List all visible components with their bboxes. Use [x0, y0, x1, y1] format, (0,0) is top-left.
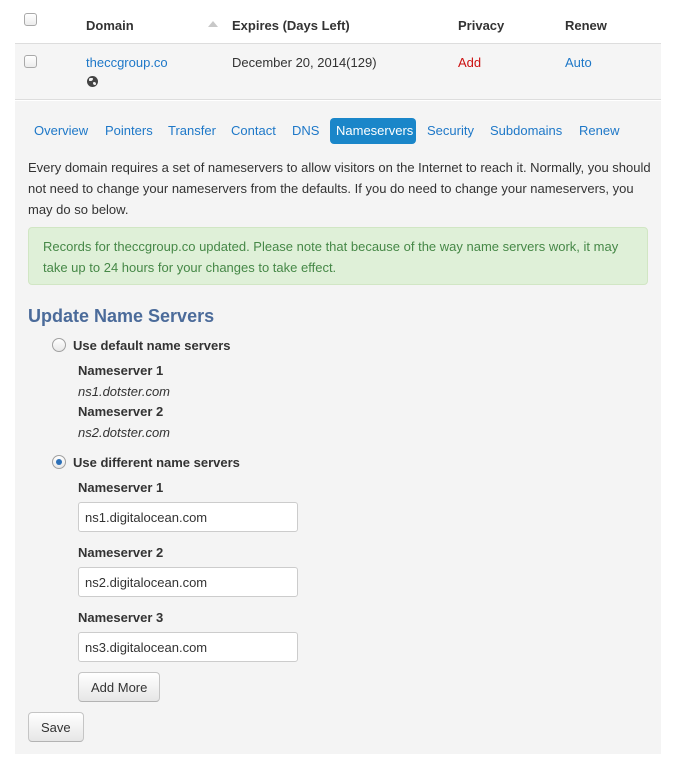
- row-checkbox[interactable]: [24, 55, 37, 68]
- save-button[interactable]: Save: [28, 712, 84, 742]
- default-nameserver-1-label: Nameserver 1: [78, 363, 164, 378]
- table-row: theccgroup.co December 20, 2014(129) Add…: [15, 44, 661, 100]
- column-header-domain[interactable]: Domain: [86, 18, 134, 33]
- nameserver-3-label: Nameserver 3: [78, 610, 164, 625]
- default-nameserver-2-label: Nameserver 2: [78, 404, 164, 419]
- renew-auto-link[interactable]: Auto: [565, 55, 592, 70]
- expires-value: December 20, 2014(129): [232, 55, 377, 70]
- tab-subdomains[interactable]: Subdomains: [484, 118, 568, 144]
- column-header-expires[interactable]: Expires (Days Left): [232, 18, 350, 33]
- domain-table-header: Domain Expires (Days Left) Privacy Renew: [15, 0, 661, 44]
- column-header-privacy: Privacy: [458, 18, 505, 33]
- default-nameserver-1-value: ns1.dotster.com: [78, 384, 171, 399]
- success-alert: Records for theccgroup.co updated. Pleas…: [28, 227, 648, 285]
- privacy-add-link[interactable]: Add: [458, 55, 481, 70]
- different-servers-label[interactable]: Use different name servers: [73, 455, 240, 470]
- column-header-renew: Renew: [565, 18, 607, 33]
- update-name-servers-title: Update Name Servers: [28, 306, 215, 326]
- different-servers-radio[interactable]: [52, 455, 66, 469]
- domain-detail-panel: Overview Pointers Transfer Contact DNS N…: [15, 101, 661, 754]
- nameserver-2-label: Nameserver 2: [78, 545, 164, 560]
- nameserver-1-input[interactable]: [78, 502, 298, 532]
- nameservers-description: Every domain requires a set of nameserve…: [28, 160, 651, 217]
- nameserver-2-input[interactable]: [78, 567, 298, 597]
- select-all-checkbox[interactable]: [24, 13, 37, 26]
- tab-contact[interactable]: Contact: [225, 118, 282, 144]
- default-servers-label[interactable]: Use default name servers: [73, 338, 231, 353]
- nameserver-3-input[interactable]: [78, 632, 298, 662]
- nameserver-1-label: Nameserver 1: [78, 480, 164, 495]
- tab-nameservers[interactable]: Nameservers: [330, 118, 416, 144]
- globe-icon[interactable]: [87, 76, 98, 87]
- tab-pointers[interactable]: Pointers: [99, 118, 159, 144]
- tab-security[interactable]: Security: [421, 118, 480, 144]
- tab-renew[interactable]: Renew: [573, 118, 625, 144]
- default-nameserver-2-value: ns2.dotster.com: [78, 425, 171, 440]
- tab-overview[interactable]: Overview: [28, 118, 94, 144]
- tab-dns[interactable]: DNS: [286, 118, 325, 144]
- sort-ascending-icon[interactable]: [208, 21, 218, 27]
- tab-transfer[interactable]: Transfer: [162, 118, 222, 144]
- domain-link[interactable]: theccgroup.co: [86, 55, 168, 70]
- add-more-button[interactable]: Add More: [78, 672, 161, 702]
- default-servers-radio[interactable]: [52, 338, 66, 352]
